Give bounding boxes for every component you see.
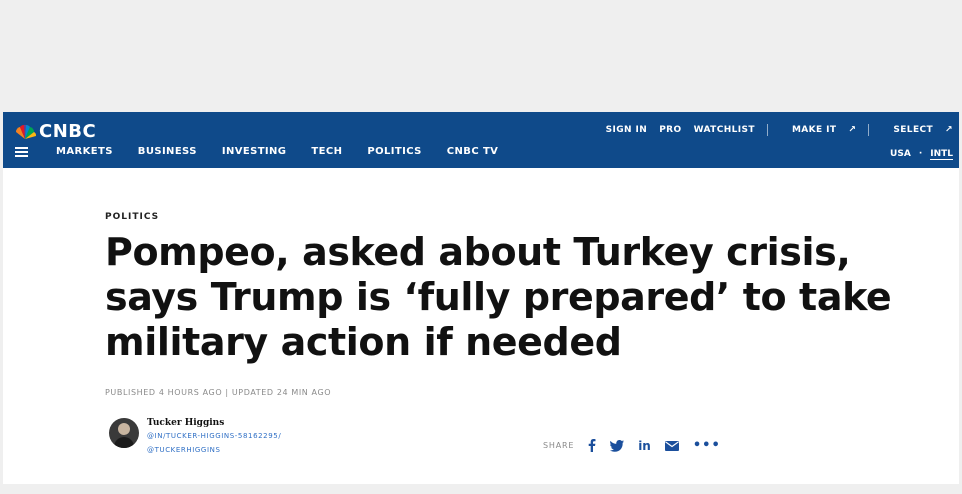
article-headline: Pompeo, asked about Turkey crisis, says … bbox=[105, 230, 892, 364]
share-label: SHARE bbox=[543, 441, 575, 450]
main-nav: MARKETS BUSINESS INVESTING TECH POLITICS… bbox=[15, 146, 523, 157]
linkedin-icon[interactable]: in bbox=[638, 439, 651, 453]
divider bbox=[766, 124, 768, 136]
region-usa[interactable]: USA bbox=[890, 149, 911, 160]
nav-business[interactable]: BUSINESS bbox=[138, 146, 197, 157]
make-it-label: MAKE IT bbox=[791, 125, 837, 135]
pro-link[interactable]: PRO bbox=[659, 125, 681, 135]
article: POLITICS Pompeo, asked about Turkey cris… bbox=[3, 168, 959, 484]
region-intl[interactable]: INTL bbox=[930, 149, 953, 160]
external-arrow-icon: ↗ bbox=[848, 125, 857, 135]
peacock-icon bbox=[15, 124, 37, 139]
avatar bbox=[109, 418, 139, 448]
author-linkedin-link[interactable]: @IN/TUCKER-HIGGINS-58162295/ bbox=[147, 432, 281, 440]
make-it-link[interactable]: MAKE IT ↗ bbox=[780, 125, 856, 135]
brand-name: CNBC bbox=[39, 121, 97, 142]
author-block: Tucker Higgins @IN/TUCKER-HIGGINS-581622… bbox=[109, 418, 281, 454]
author-twitter-link[interactable]: @TUCKERHIGGINS bbox=[147, 446, 281, 454]
region-dot: · bbox=[918, 149, 923, 159]
section-kicker[interactable]: POLITICS bbox=[105, 212, 159, 222]
site-header: CNBC SIGN IN PRO WATCHLIST MAKE IT ↗ SELE… bbox=[3, 112, 959, 168]
twitter-icon[interactable] bbox=[610, 439, 625, 452]
email-icon[interactable] bbox=[664, 440, 679, 451]
nav-tech[interactable]: TECH bbox=[311, 146, 342, 157]
cnbc-logo[interactable]: CNBC bbox=[13, 121, 96, 142]
divider bbox=[868, 124, 870, 136]
watchlist-link[interactable]: WATCHLIST bbox=[694, 125, 755, 135]
hamburger-menu-icon[interactable] bbox=[15, 146, 28, 157]
more-icon[interactable]: ••• bbox=[693, 438, 721, 453]
nav-investing[interactable]: INVESTING bbox=[222, 146, 287, 157]
select-label: SELECT bbox=[893, 125, 934, 135]
nav-markets[interactable]: MARKETS bbox=[56, 146, 113, 157]
nav-politics[interactable]: POLITICS bbox=[367, 146, 421, 157]
select-link[interactable]: SELECT ↗ bbox=[881, 125, 953, 135]
top-links: SIGN IN PRO WATCHLIST MAKE IT ↗ SELECT ↗ bbox=[594, 124, 953, 136]
author-name[interactable]: Tucker Higgins bbox=[147, 418, 281, 428]
facebook-icon[interactable] bbox=[588, 439, 596, 452]
publish-meta: PUBLISHED 4 HOURS AGO | UPDATED 24 MIN A… bbox=[105, 388, 332, 397]
external-arrow-icon: ↗ bbox=[945, 125, 953, 135]
share-bar: SHARE in ••• bbox=[543, 438, 735, 453]
nav-cnbc-tv[interactable]: CNBC TV bbox=[447, 146, 499, 157]
author-info: Tucker Higgins @IN/TUCKER-HIGGINS-581622… bbox=[147, 418, 281, 454]
sign-in-link[interactable]: SIGN IN bbox=[606, 125, 648, 135]
region-switch: USA · INTL bbox=[890, 149, 953, 160]
